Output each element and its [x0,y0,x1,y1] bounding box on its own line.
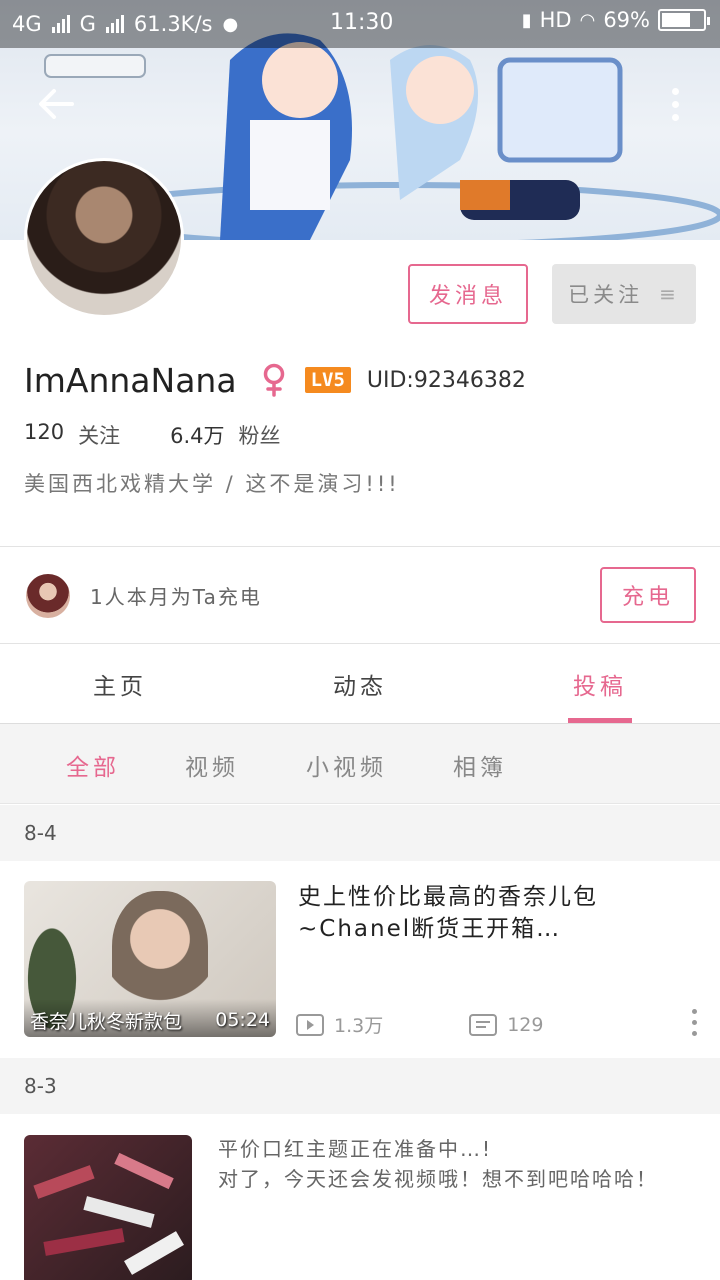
following-count[interactable]: 120 [24,420,64,450]
followed-button[interactable]: 已关注 ≡ [552,264,696,324]
date-separator: 8-3 [0,1058,720,1114]
view-count: 1.3万 [334,1015,384,1037]
filter-bar: 全部 视频 小视频 相簿 [0,724,720,804]
female-gender-icon [263,363,284,397]
charge-button[interactable]: 充电 [600,567,696,623]
arrow-left-icon [39,89,74,119]
fans-count[interactable]: 6.4万 [170,420,224,450]
battery-percent: 69% [603,8,650,32]
menu-icon: ≡ [659,282,680,306]
tab-submissions[interactable]: 投稿 [480,644,720,724]
active-tab-indicator [568,718,632,723]
wifi-icon: ◠ [579,9,596,31]
play-icon [296,1013,324,1036]
following-label[interactable]: 关注 [78,420,120,450]
filter-album[interactable]: 相簿 [453,748,507,782]
post-text-line-1: 平价口红主题正在准备中…! [218,1137,493,1161]
video-thumbnail[interactable]: 香奈儿秋冬新款包 05:24 [24,881,276,1037]
battery-icon [658,9,710,31]
card-more-icon[interactable] [692,1009,698,1036]
filter-video[interactable]: 视频 [185,748,239,782]
charger-avatar[interactable] [26,574,70,618]
level-badge: LV5 [304,367,351,393]
back-button[interactable] [36,84,76,124]
video-stats: 1.3万 129 [296,1011,543,1038]
comment-count: 129 [507,1013,544,1036]
post-text[interactable]: 平价口红主题正在准备中…! 对了，今天还会发视频哦！想不到吧哈哈哈！ [218,1134,708,1194]
fans-label[interactable]: 粉丝 [239,420,281,450]
charging-icon: ▮ [521,9,532,31]
stats-row: 120 关注 6.4万 粉丝 [24,420,281,450]
wechat-icon: ● [222,13,239,35]
network-type: 4G [12,12,42,36]
hd-label: HD [539,8,572,32]
network-speed: 61.3K/s [133,12,213,36]
charge-row: 1人本月为Ta充电 充电 [0,547,720,643]
date-separator: 8-4 [0,805,720,861]
tab-dynamics[interactable]: 动态 [240,644,480,724]
network-type-2: G [79,12,96,36]
text-card[interactable]: 平价口红主题正在准备中…! 对了，今天还会发视频哦！想不到吧哈哈哈！ [0,1114,720,1280]
more-options-button[interactable] [660,84,690,124]
avatar[interactable] [24,158,184,318]
lipstick-image [33,1152,184,1275]
send-message-button[interactable]: 发消息 [408,264,528,324]
post-text-line-2: 对了，今天还会发视频哦！想不到吧哈哈哈！ [218,1167,658,1191]
user-id: UID:92346382 [366,367,526,393]
filter-all[interactable]: 全部 [66,748,120,782]
video-title[interactable]: 史上性价比最高的香奈儿包~Chanel断货王开箱… [298,881,698,945]
bio: 美国西北戏精大学 / 这不是演习!!! [24,472,400,496]
tab-home[interactable]: 主页 [0,644,240,724]
clock: 11:30 [330,10,394,35]
video-duration: 05:24 [215,1009,270,1031]
username: ImAnnaNana [24,360,237,400]
signal-icon-2 [105,15,124,33]
signal-icon [51,15,70,33]
filter-short-video[interactable]: 小视频 [306,748,387,782]
charge-text: 1人本月为Ta充电 [90,585,262,609]
followed-label: 已关注 [568,283,644,307]
status-bar: 4G G 61.3K/s ● 11:30 ▮ HD ◠ 69% [0,0,720,48]
profile-tabs: 主页 动态 投稿 [0,644,720,724]
name-row: ImAnnaNana LV5 UID:92346382 [24,358,526,402]
comment-icon [469,1013,498,1036]
post-image[interactable] [24,1135,192,1280]
video-card[interactable]: 香奈儿秋冬新款包 05:24 史上性价比最高的香奈儿包~Chanel断货王开箱…… [0,861,720,1057]
